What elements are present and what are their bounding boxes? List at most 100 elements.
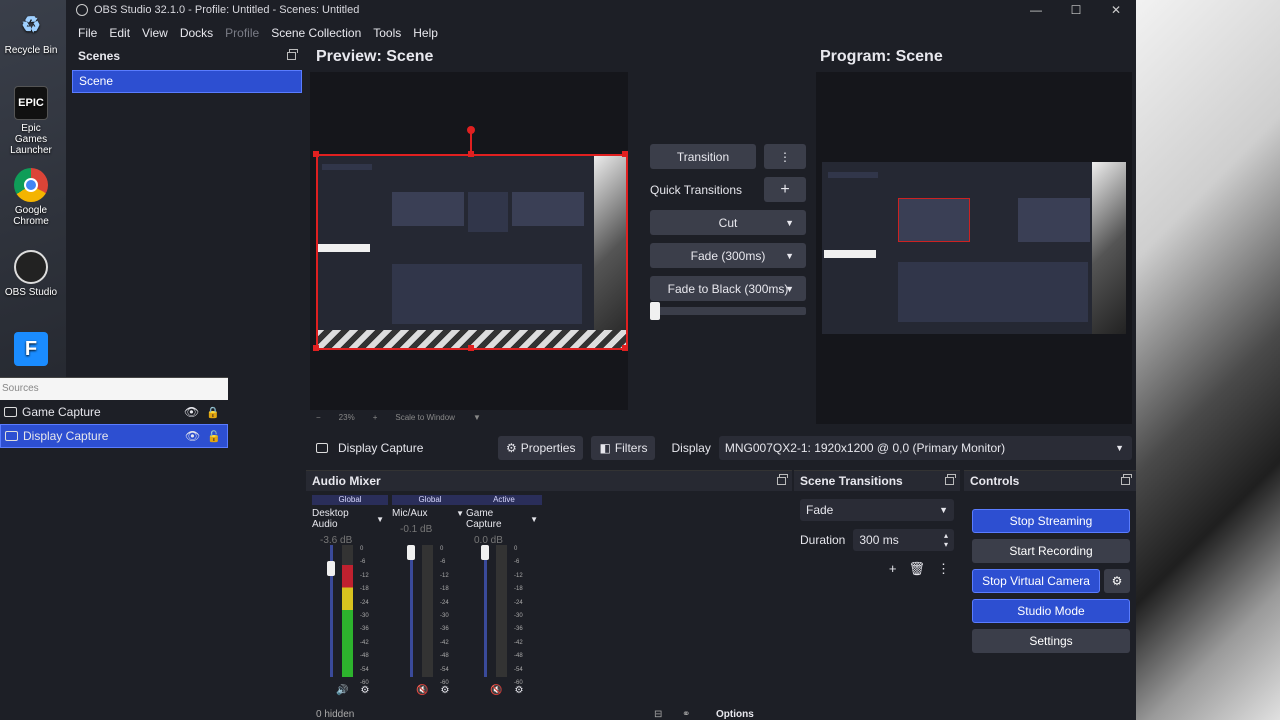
gear-icon[interactable]: ⚙ xyxy=(514,685,523,696)
cut-transition-button[interactable]: Cut ▼ xyxy=(650,210,806,235)
resize-handle[interactable] xyxy=(622,151,628,157)
stop-streaming-button[interactable]: Stop Streaming xyxy=(972,509,1130,533)
spinner-arrows-icon[interactable]: ▴ ▾ xyxy=(944,531,948,549)
undock-icon[interactable] xyxy=(777,474,788,485)
preview-canvas[interactable] xyxy=(310,72,628,410)
menu-scene-collection[interactable]: Scene Collection xyxy=(265,26,367,40)
start-recording-button[interactable]: Start Recording xyxy=(972,539,1130,563)
volume-meter xyxy=(496,545,507,677)
menu-profile[interactable]: Profile xyxy=(219,26,265,40)
speaker-icon[interactable]: 🔊 xyxy=(336,685,348,696)
gamepad-icon xyxy=(4,407,17,417)
source-label: Game Capture xyxy=(22,405,101,419)
desktop-icon-obs[interactable]: OBS Studio xyxy=(4,250,58,298)
menu-file[interactable]: File xyxy=(72,26,103,40)
t-bar-slider[interactable] xyxy=(650,302,806,320)
volume-fader[interactable] xyxy=(327,545,335,677)
monitor-icon xyxy=(5,431,18,441)
scale-tick: -12 xyxy=(514,572,523,579)
fade-label: Fade (300ms) xyxy=(690,248,766,263)
channel-tag: Global xyxy=(392,495,468,505)
menu-docks[interactable]: Docks xyxy=(174,26,219,40)
scale-tick: 0 xyxy=(514,546,518,552)
add-icon[interactable]: + xyxy=(889,561,897,577)
menu-view[interactable]: View xyxy=(136,26,174,40)
properties-button[interactable]: ⚙ Properties xyxy=(498,436,584,460)
source-selection-box[interactable] xyxy=(316,154,628,350)
channel-name-row[interactable]: Mic/Aux ▼ xyxy=(392,508,468,519)
channel-name-row[interactable]: Game Capture ▼ xyxy=(466,508,542,530)
menu-tools[interactable]: Tools xyxy=(367,26,407,40)
scale-tick: -18 xyxy=(514,586,523,593)
speaker-muted-icon[interactable]: 🔇 xyxy=(416,685,428,696)
rotation-handle[interactable] xyxy=(467,126,475,134)
undock-icon[interactable] xyxy=(287,49,298,60)
trash-icon[interactable]: 🗑 xyxy=(908,561,925,577)
window-controls: — ☐ ✕ xyxy=(1016,0,1136,20)
studio-mode-button[interactable]: Studio Mode xyxy=(972,599,1130,623)
scale-tick: 0 xyxy=(360,546,364,552)
resize-handle[interactable] xyxy=(468,345,474,351)
gear-icon[interactable]: ⚙ xyxy=(440,685,449,696)
gear-icon[interactable]: ⚙ xyxy=(1104,569,1130,593)
minimize-icon[interactable]: — xyxy=(1016,0,1056,20)
speaker-muted-icon[interactable]: 🔇 xyxy=(490,685,502,696)
more-icon[interactable]: ⋮ xyxy=(764,144,806,169)
duration-input[interactable]: 300 ms ▴ ▾ xyxy=(853,529,954,551)
channel-tag: Active xyxy=(466,495,542,505)
scenes-header: Scenes xyxy=(72,46,302,66)
stop-virtual-camera-button[interactable]: Stop Virtual Camera xyxy=(972,569,1100,593)
maximize-icon[interactable]: ☐ xyxy=(1056,0,1096,20)
chevron-down-icon: ▼ xyxy=(785,283,794,294)
layout-icon[interactable]: ⊟ xyxy=(654,709,662,720)
channel-name-row[interactable]: Desktop Audio ▼ xyxy=(312,508,388,530)
transition-select[interactable]: Fade ▼ xyxy=(800,499,954,521)
link-icon[interactable]: ⚭ xyxy=(682,709,690,720)
more-icon[interactable]: ⋮ xyxy=(937,561,950,577)
volume-fader[interactable] xyxy=(481,545,489,677)
volume-fader[interactable] xyxy=(407,545,415,677)
filters-button[interactable]: ◧ Filters xyxy=(591,436,656,460)
options-button[interactable]: Options xyxy=(716,709,754,720)
zoom-out-button[interactable]: − xyxy=(316,413,321,422)
quick-transitions-label: Quick Transitions xyxy=(650,182,743,197)
lock-icon[interactable]: 🔒 xyxy=(206,406,220,419)
resize-handle[interactable] xyxy=(622,345,628,351)
undock-icon[interactable] xyxy=(945,474,956,485)
fade-transition-button[interactable]: Fade (300ms) ▼ xyxy=(650,243,806,268)
desktop-icon-app[interactable]: F xyxy=(4,332,58,369)
scale-tick: -30 xyxy=(440,613,449,620)
zoom-in-button[interactable]: + xyxy=(373,413,378,422)
source-toolbar: Display Capture ⚙ Properties ◧ Filters Dis… xyxy=(310,436,1132,460)
close-icon[interactable]: ✕ xyxy=(1096,0,1136,20)
desktop-icon-chrome[interactable]: Google Chrome xyxy=(4,168,58,227)
add-quick-transition-button[interactable]: + xyxy=(764,177,806,202)
source-item-game-capture[interactable]: Game Capture 👁 🔒 xyxy=(0,400,228,424)
display-select[interactable]: MNG007QX2-1: 1920x1200 @ 0,0 (Primary Mo… xyxy=(718,436,1132,460)
desktop-icon-epic[interactable]: EPIC Epic Games Launcher xyxy=(4,86,58,156)
fade-to-black-button[interactable]: Fade to Black (300ms) ▼ xyxy=(650,276,806,301)
undock-icon[interactable] xyxy=(1121,474,1132,485)
gear-icon[interactable]: ⚙ xyxy=(360,685,369,696)
fader-knob[interactable] xyxy=(407,545,415,560)
menu-help[interactable]: Help xyxy=(407,26,444,40)
eye-icon[interactable]: 👁 xyxy=(184,405,199,419)
lock-icon[interactable]: 🔓 xyxy=(207,430,221,443)
menu-edit[interactable]: Edit xyxy=(103,26,136,40)
transition-button[interactable]: Transition xyxy=(650,144,756,169)
scale-tick: -48 xyxy=(440,653,449,660)
resize-handle[interactable] xyxy=(313,151,319,157)
resize-handle[interactable] xyxy=(313,345,319,351)
scene-item[interactable]: Scene xyxy=(72,70,302,93)
chevron-down-icon[interactable]: ▼ xyxy=(473,413,481,422)
desktop-icon-recycle-bin[interactable]: ♻ Recycle Bin xyxy=(4,8,58,56)
t-bar-knob[interactable] xyxy=(650,302,660,320)
fader-knob[interactable] xyxy=(327,561,335,576)
source-item-display-capture[interactable]: Display Capture 👁 🔓 xyxy=(0,424,228,448)
eye-icon[interactable]: 👁 xyxy=(185,429,200,443)
scenes-title: Scenes xyxy=(78,49,121,63)
scale-mode[interactable]: Scale to Window xyxy=(395,413,455,422)
transition-panel: Transition ⋮ Quick Transitions + Cut ▼ Fa… xyxy=(650,144,806,320)
fader-knob[interactable] xyxy=(481,545,489,560)
settings-button[interactable]: Settings xyxy=(972,629,1130,653)
